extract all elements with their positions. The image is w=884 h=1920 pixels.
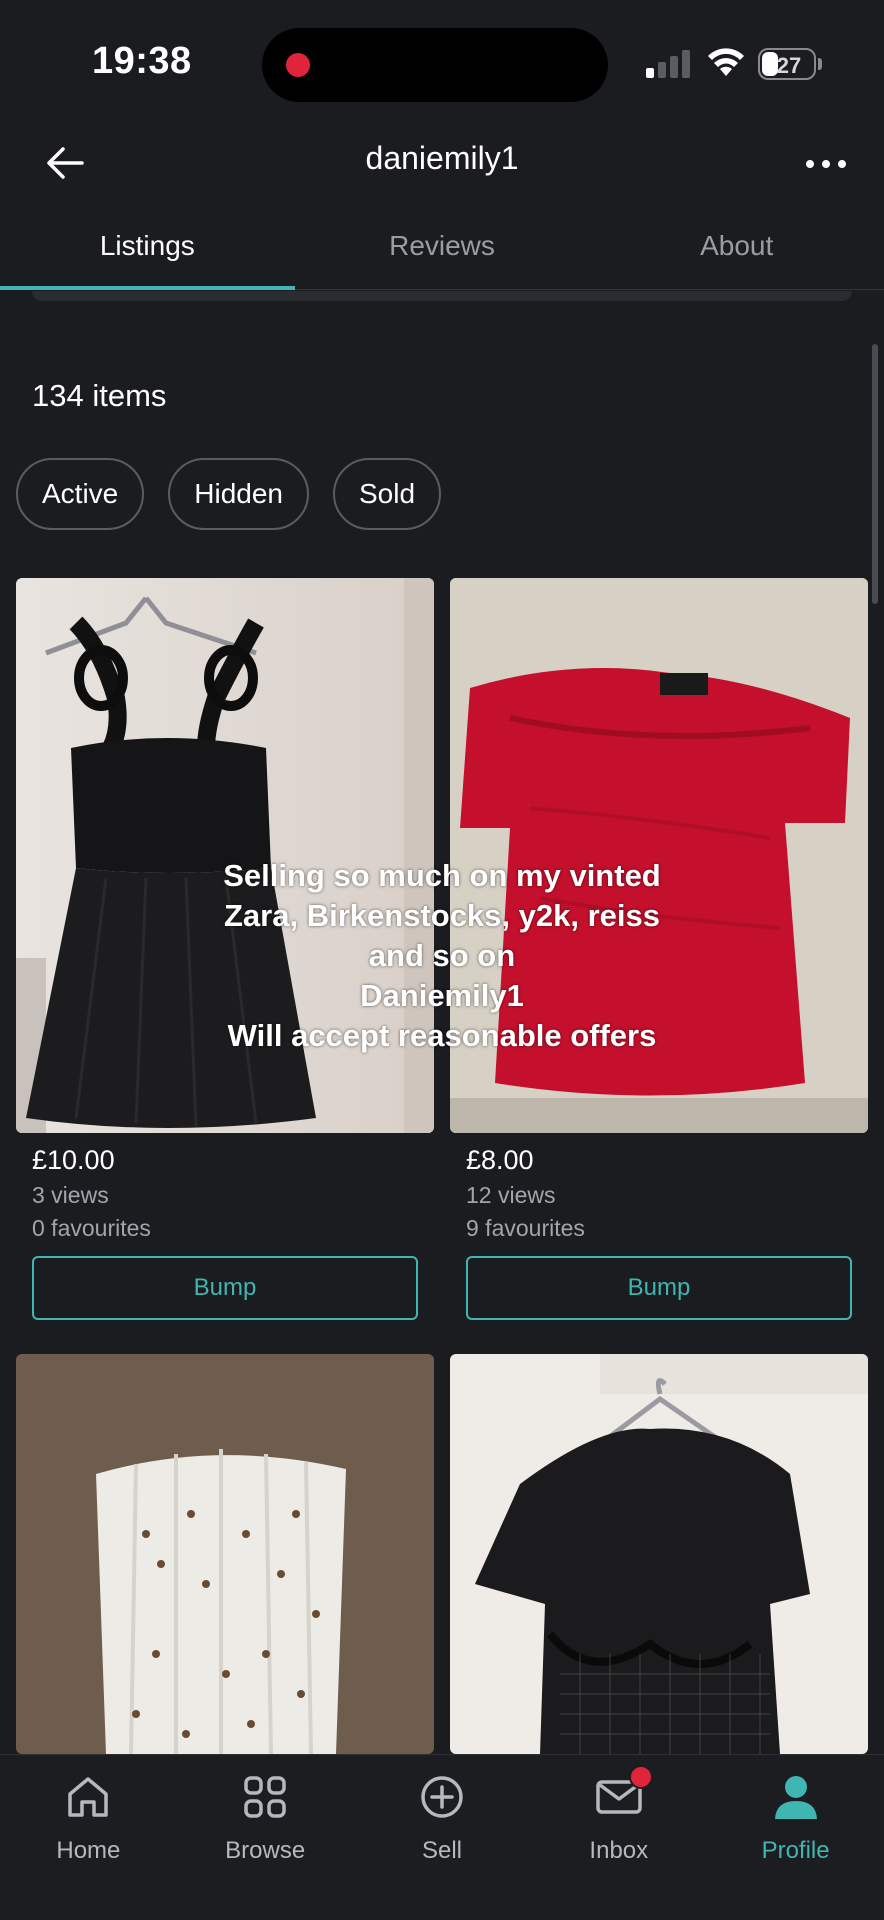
status-bar: 19:38 27 [0,0,884,120]
nav-home[interactable]: Home [0,1755,177,1920]
overlay-line: Zara, Birkenstocks, y2k, reiss [224,898,660,933]
bump-button[interactable]: Bump [32,1256,418,1320]
tab-reviews[interactable]: Reviews [295,212,590,289]
profile-header: daniemily1 [0,120,884,204]
nav-profile-label: Profile [761,1837,830,1864]
filter-hidden-chip[interactable]: Hidden [168,458,309,530]
nav-profile[interactable]: Profile [707,1755,884,1920]
filter-active-chip[interactable]: Active [16,458,145,530]
scrollbar[interactable] [872,344,878,604]
more-dots-icon [806,160,814,168]
filter-chips: Active Hidden Sold [16,458,442,530]
battery-level: 27 [776,53,802,78]
dynamic-island [262,28,608,102]
cellular-signal-icon [646,50,690,78]
more-options-button[interactable] [796,142,856,186]
listing-card[interactable] [450,1354,868,1754]
listing-favourites: 9 favourites [466,1215,585,1241]
home-icon [60,1769,116,1825]
listing-price: £8.00 [466,1145,534,1175]
nav-sell[interactable]: Sell [354,1755,531,1920]
listing-photo-white-corset[interactable] [16,1354,434,1754]
wifi-icon [708,48,744,76]
overlay-caption: Selling so much on my vinted Zara, Birke… [150,856,734,1056]
nav-browse[interactable]: Browse [177,1755,354,1920]
plus-circle-icon [414,1769,470,1825]
bump-button[interactable]: Bump [466,1256,852,1320]
recording-indicator-icon [286,53,310,77]
listing-photo-black-mesh-top[interactable] [450,1354,868,1754]
overlay-line: Daniemily1 [360,978,524,1013]
overlay-line: and so on [368,938,516,973]
overlay-line: Will accept reasonable offers [227,1018,657,1053]
bottom-nav: Home Browse Sell Inbox Profile [0,1754,884,1920]
nav-browse-label: Browse [225,1837,306,1864]
listing-views: 3 views [32,1182,109,1208]
listing-card[interactable] [16,1354,434,1754]
battery-icon: 27 [758,48,824,80]
inbox-notification-badge [628,1765,653,1789]
tab-listings[interactable]: Listings [0,212,295,290]
tab-about[interactable]: About [589,212,884,289]
page-title: daniemily1 [365,140,519,176]
listing-favourites: 0 favourites [32,1215,151,1241]
status-time: 19:38 [92,40,192,82]
listing-price: £10.00 [32,1145,115,1175]
nav-inbox-label: Inbox [589,1837,649,1864]
overlay-line: Selling so much on my vinted [223,858,661,893]
filter-sold-chip[interactable]: Sold [332,458,442,530]
profile-tabs: Listings Reviews About [0,212,884,290]
nav-home-label: Home [56,1837,121,1864]
listing-views: 12 views [466,1182,556,1208]
items-count: 134 items [32,378,167,413]
nav-inbox[interactable]: Inbox [530,1755,707,1920]
browse-icon [237,1769,293,1825]
profile-icon [768,1769,824,1825]
divider [32,291,852,301]
nav-sell-label: Sell [421,1837,462,1864]
